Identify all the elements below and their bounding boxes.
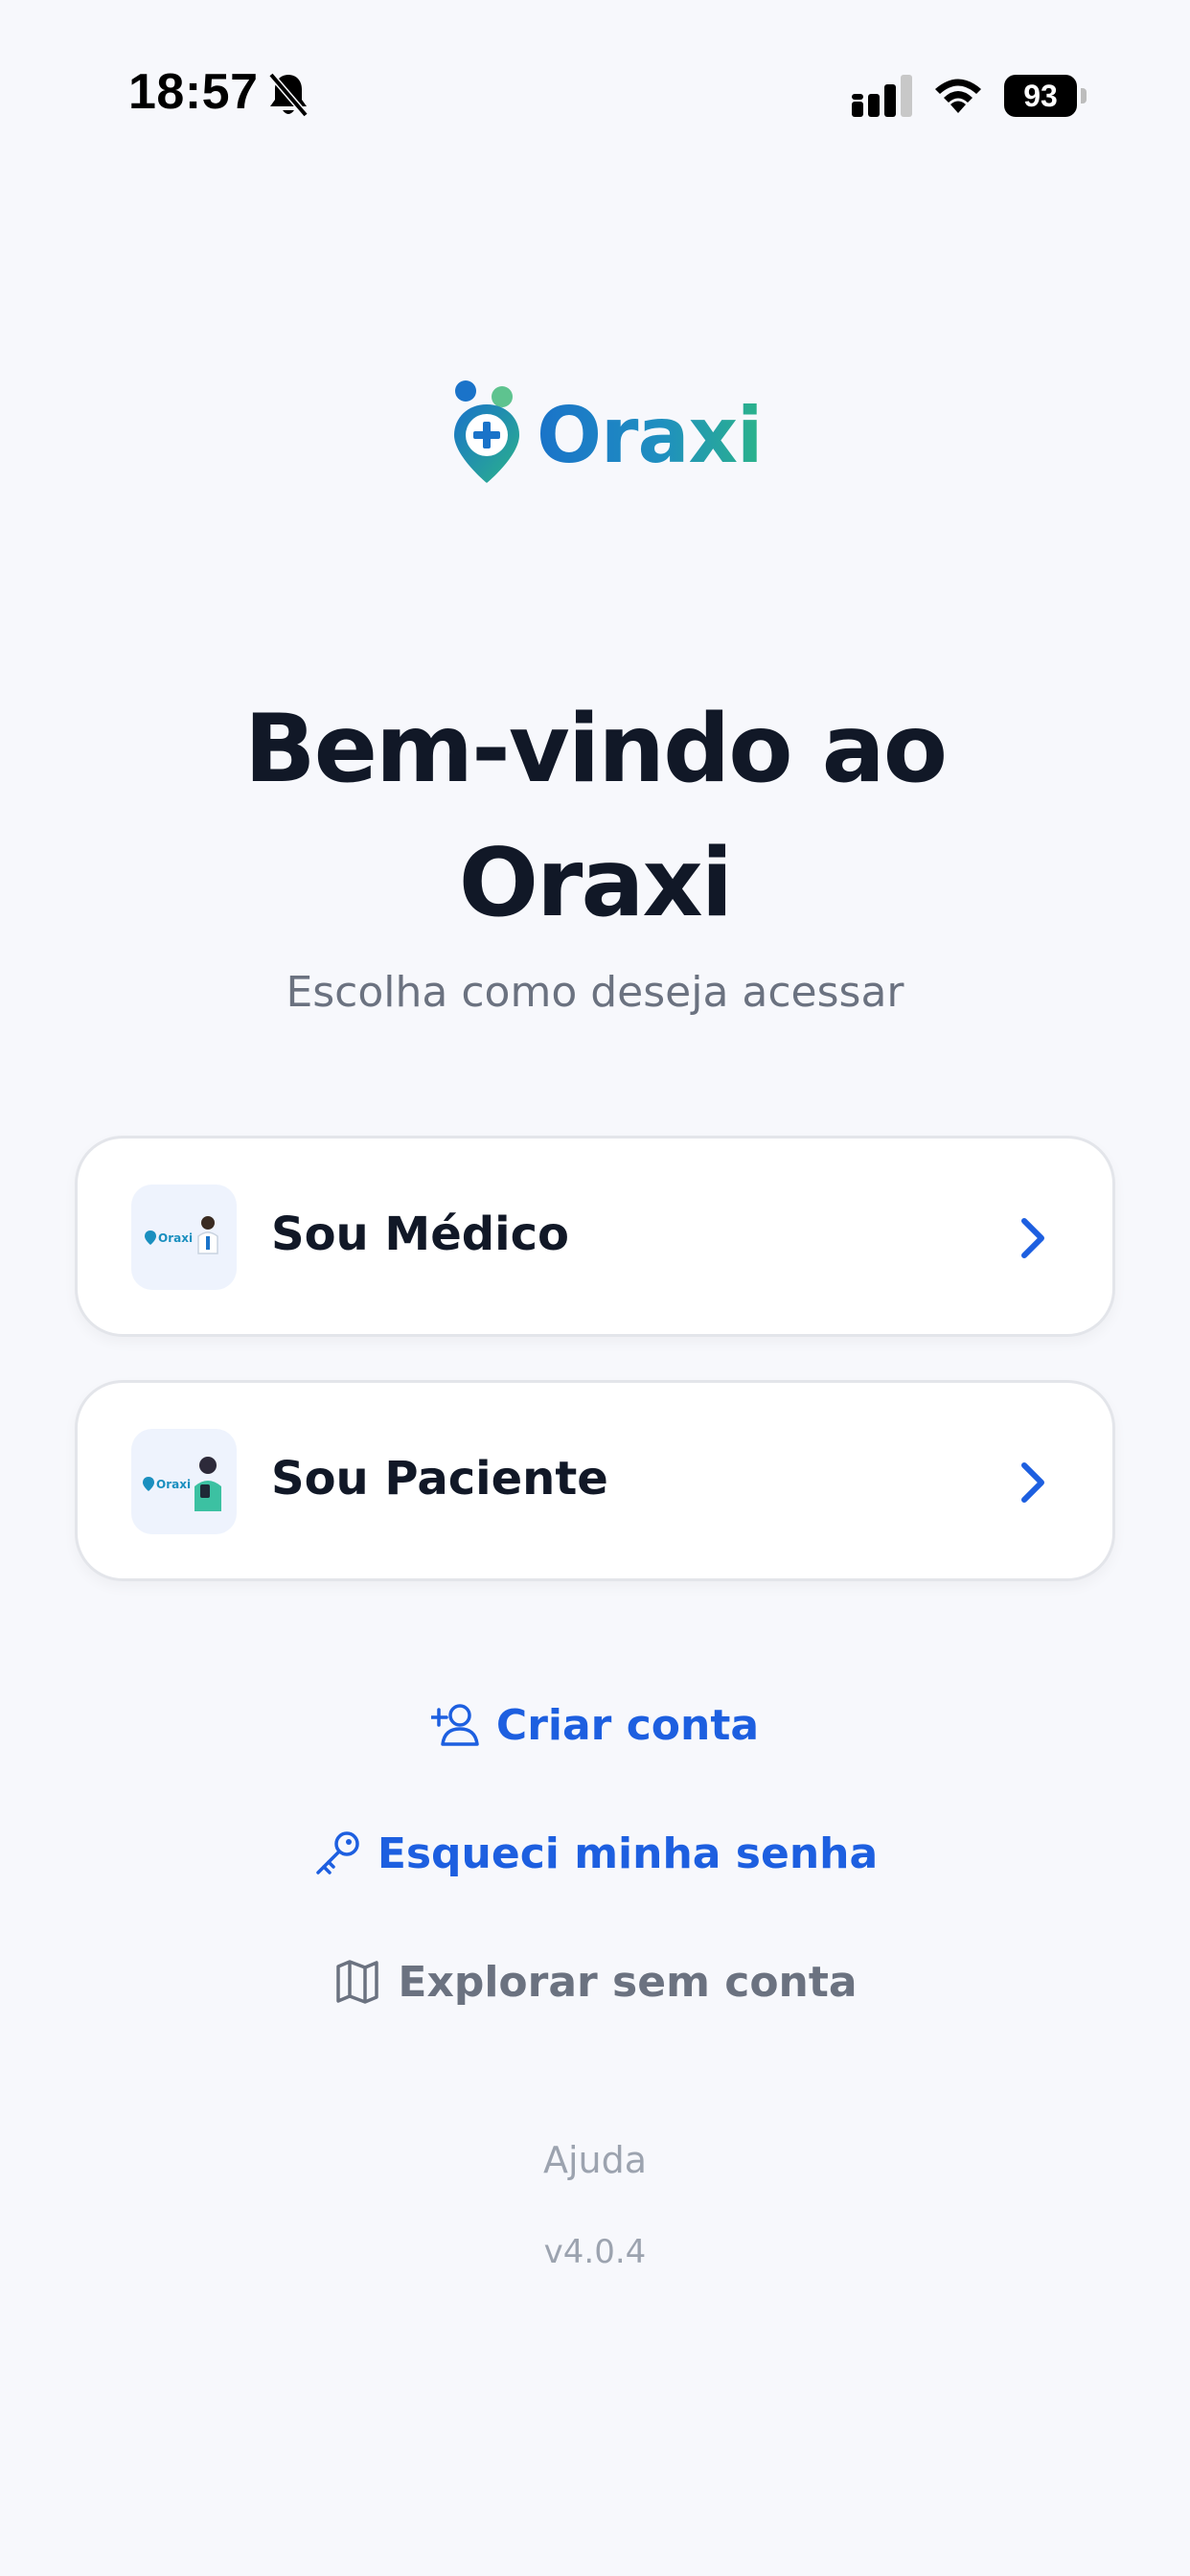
explore-without-account-link[interactable]: Explorar sem conta (0, 1957, 1190, 2007)
explore-label: Explorar sem conta (398, 1957, 858, 2007)
key-icon (316, 1831, 359, 1874)
brand-logo: Oraxi (446, 378, 763, 489)
doctor-illustration: Oraxi (131, 1184, 237, 1290)
status-bar: 18:57 93 (0, 0, 1190, 192)
battery-level: 93 (1004, 75, 1077, 117)
location-pin-plus-icon (454, 380, 519, 483)
status-time: 18:57 (128, 64, 259, 120)
bell-off-icon (268, 72, 309, 118)
cellular-signal-icon (852, 75, 912, 117)
chevron-right-icon (1021, 1462, 1044, 1503)
help-link[interactable]: Ajuda (0, 2139, 1190, 2181)
wifi-icon (935, 79, 981, 113)
chevron-right-icon (1021, 1218, 1044, 1258)
welcome-title: Bem-vindo ao Oraxi (0, 682, 1190, 951)
map-icon (336, 1960, 379, 2004)
svg-text:Oraxi: Oraxi (158, 1231, 193, 1245)
battery-tip (1081, 88, 1087, 104)
brand-name: Oraxi (537, 391, 763, 480)
create-account-label: Criar conta (495, 1700, 760, 1750)
forgot-password-label: Esqueci minha senha (377, 1828, 879, 1878)
battery-icon: 93 (1004, 75, 1087, 117)
option-label-medico: Sou Médico (271, 1208, 569, 1261)
patient-illustration: Oraxi (131, 1429, 237, 1534)
welcome-title-line1: Bem-vindo ao (243, 695, 948, 804)
svg-text:Oraxi: Oraxi (156, 1478, 191, 1491)
welcome-title-line2: Oraxi (458, 829, 734, 938)
welcome-subtitle: Escolha como deseja acessar (286, 968, 904, 1017)
option-card-medico[interactable]: Oraxi Sou Médico (75, 1136, 1115, 1337)
option-label-paciente: Sou Paciente (271, 1452, 608, 1506)
app-version: v4.0.4 (543, 2233, 647, 2271)
forgot-password-link[interactable]: Esqueci minha senha (0, 1828, 1190, 1878)
create-account-link[interactable]: Criar conta (0, 1700, 1190, 1750)
option-card-paciente[interactable]: Oraxi Sou Paciente (75, 1380, 1115, 1581)
user-plus-icon (430, 1704, 479, 1746)
